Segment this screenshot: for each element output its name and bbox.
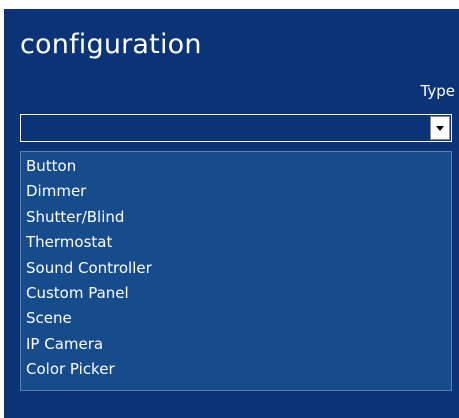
type-select[interactable] <box>20 114 452 142</box>
dropdown-toggle-button[interactable] <box>430 116 450 140</box>
type-dropdown-list: Button Dimmer Shutter/Blind Thermostat S… <box>20 151 452 391</box>
configuration-panel: configuration Type Button Dimmer Shutter… <box>4 9 459 418</box>
dropdown-option-thermostat[interactable]: Thermostat <box>21 230 451 255</box>
dropdown-option-ip-camera[interactable]: IP Camera <box>21 332 451 357</box>
type-label: Type <box>420 82 455 100</box>
dropdown-option-scene[interactable]: Scene <box>21 306 451 331</box>
dropdown-option-sound-controller[interactable]: Sound Controller <box>21 256 451 281</box>
dropdown-option-custom-panel[interactable]: Custom Panel <box>21 281 451 306</box>
dropdown-option-button[interactable]: Button <box>21 154 451 179</box>
dropdown-option-dimmer[interactable]: Dimmer <box>21 179 451 204</box>
chevron-down-icon <box>436 126 444 131</box>
page-title: configuration <box>20 29 202 60</box>
dropdown-option-color-picker[interactable]: Color Picker <box>21 357 451 382</box>
dropdown-option-shutter-blind[interactable]: Shutter/Blind <box>21 205 451 230</box>
